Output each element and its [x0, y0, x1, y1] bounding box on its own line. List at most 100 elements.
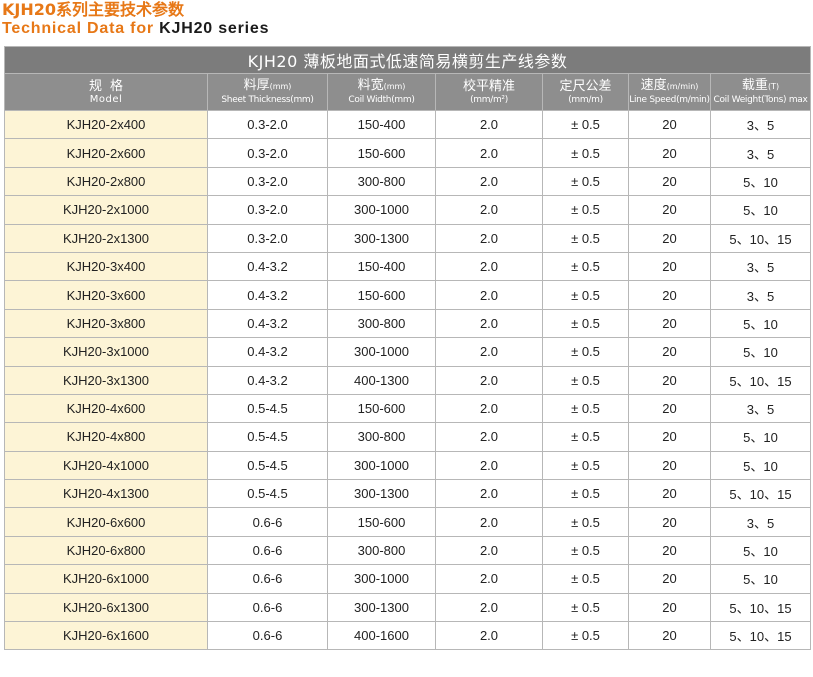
- cell-width: 300-800: [327, 166, 436, 197]
- table-row: KJH20-3x800 0.4-3.2 300-800 2.0 ± 0.5 20 5、10: [4, 308, 812, 339]
- cell-weight: 3、5: [709, 251, 812, 282]
- column-header-main: 速度: [640, 78, 667, 93]
- cell-thickness: 0.4-3.2: [207, 280, 328, 310]
- cell-speed: 20: [628, 422, 711, 452]
- table-row: KJH20-4x1300 0.5-4.5 300-1300 2.0 ± 0.5 20 5、1…: [4, 479, 812, 509]
- cell-model: KJH20-3x400: [4, 251, 208, 282]
- cell-leveling: 2.0: [435, 422, 543, 452]
- cell-speed: 20: [628, 308, 711, 339]
- cell-thickness: 0.6-6: [207, 507, 328, 537]
- column-header-unit: (mm): [383, 82, 406, 91]
- column-header-model: 规格 Model: [4, 73, 208, 111]
- column-header-unit: (T): [767, 82, 780, 91]
- cell-thickness: 0.6-6: [207, 621, 328, 651]
- cell-speed: 20: [628, 621, 711, 651]
- cell-weight: 5、10、15: [709, 223, 812, 253]
- cell-weight: 5、10、15: [709, 479, 812, 509]
- cell-model: KJH20-4x1000: [4, 450, 208, 481]
- cell-model: KJH20-4x600: [4, 393, 208, 424]
- technical-data-table: KJH20 薄板地面式低速简易横剪生产线参数 规格 Model 料厚(mm) S…: [3, 46, 812, 651]
- cell-speed: 20: [628, 166, 711, 197]
- cell-leveling: 2.0: [435, 109, 543, 140]
- cell-tolerance: ± 0.5: [542, 592, 629, 623]
- column-header-sub: (mm/m²): [470, 94, 508, 105]
- cell-leveling: 2.0: [435, 621, 543, 651]
- table-row: KJH20-2x1300 0.3-2.0 300-1300 2.0 ± 0.5 20 5、1…: [4, 223, 812, 253]
- cell-model: KJH20-3x1300: [4, 365, 208, 395]
- heading-english: Technical Data for KJH20 series: [2, 19, 269, 39]
- cell-tolerance: ± 0.5: [542, 422, 629, 452]
- column-header-unit: (mm): [269, 82, 292, 91]
- table-row: KJH20-4x800 0.5-4.5 300-800 2.0 ± 0.5 20 5、10: [4, 422, 812, 452]
- cell-tolerance: ± 0.5: [542, 393, 629, 424]
- heading-chinese: KJH20系列主要技术参数: [2, 0, 185, 19]
- cell-tolerance: ± 0.5: [542, 280, 629, 310]
- cell-model: KJH20-6x600: [4, 507, 208, 537]
- table-row: KJH20-6x800 0.6-6 300-800 2.0 ± 0.5 20 5、10: [4, 535, 812, 566]
- cell-weight: 3、5: [709, 507, 812, 537]
- column-header-sub: Model: [89, 93, 123, 105]
- cell-leveling: 2.0: [435, 479, 543, 509]
- cell-leveling: 2.0: [435, 450, 543, 481]
- cell-weight: 5、10: [709, 535, 812, 566]
- cell-thickness: 0.4-3.2: [207, 251, 328, 282]
- cell-weight: 5、10: [709, 308, 812, 339]
- cell-speed: 20: [628, 507, 711, 537]
- table-row: KJH20-6x1600 0.6-6 400-1600 2.0 ± 0.5 20 5、10、…: [4, 621, 812, 651]
- cell-thickness: 0.6-6: [207, 535, 328, 566]
- cell-thickness: 0.3-2.0: [207, 223, 328, 253]
- cell-speed: 20: [628, 109, 711, 140]
- spec-page: KJH20系列主要技术参数 Technical Data for KJH20 s…: [0, 0, 813, 677]
- column-header-sub: (mm/m): [568, 94, 603, 105]
- cell-thickness: 0.3-2.0: [207, 109, 328, 140]
- cell-speed: 20: [628, 535, 711, 566]
- cell-speed: 20: [628, 251, 711, 282]
- cell-width: 300-1300: [327, 592, 436, 623]
- cell-width: 300-1300: [327, 479, 436, 509]
- cell-model: KJH20-2x800: [4, 166, 208, 197]
- table-row: KJH20-2x400 0.3-2.0 150-400 2.0 ± 0.5 20 3、5: [4, 109, 812, 140]
- cell-tolerance: ± 0.5: [542, 365, 629, 395]
- cell-model: KJH20-2x600: [4, 138, 208, 168]
- cell-width: 400-1600: [327, 621, 436, 651]
- cell-width: 300-800: [327, 308, 436, 339]
- cell-speed: 20: [628, 138, 711, 168]
- cell-thickness: 0.5-4.5: [207, 479, 328, 509]
- column-header-main: 料厚: [243, 78, 270, 93]
- cell-leveling: 2.0: [435, 251, 543, 282]
- cell-tolerance: ± 0.5: [542, 138, 629, 168]
- cell-width: 300-1000: [327, 195, 436, 225]
- cell-width: 300-1000: [327, 337, 436, 367]
- cell-leveling: 2.0: [435, 308, 543, 339]
- cell-width: 300-800: [327, 535, 436, 566]
- cell-tolerance: ± 0.5: [542, 621, 629, 651]
- cell-speed: 20: [628, 365, 711, 395]
- table-body: KJH20-2x400 0.3-2.0 150-400 2.0 ± 0.5 20 3、5 K…: [4, 109, 812, 651]
- table-row: KJH20-3x400 0.4-3.2 150-400 2.0 ± 0.5 20 3、5: [4, 251, 812, 282]
- column-header-weight: 载重(T) Coil Weight(Tons) max: [709, 73, 812, 111]
- column-header-main: 载重: [741, 78, 768, 93]
- cell-width: 300-800: [327, 422, 436, 452]
- cell-thickness: 0.5-4.5: [207, 393, 328, 424]
- cell-leveling: 2.0: [435, 166, 543, 197]
- cell-width: 150-600: [327, 393, 436, 424]
- cell-tolerance: ± 0.5: [542, 308, 629, 339]
- column-header-sub: Line Speed(m/min): [629, 95, 710, 105]
- cell-width: 400-1300: [327, 365, 436, 395]
- heading-series-name: KJH20 series: [159, 20, 270, 37]
- cell-tolerance: ± 0.5: [542, 507, 629, 537]
- cell-speed: 20: [628, 393, 711, 424]
- cell-width: 150-600: [327, 507, 436, 537]
- cell-speed: 20: [628, 592, 711, 623]
- cell-tolerance: ± 0.5: [542, 166, 629, 197]
- cell-weight: 5、10、15: [709, 592, 812, 623]
- table-row: KJH20-4x600 0.5-4.5 150-600 2.0 ± 0.5 20 3、5: [4, 393, 812, 424]
- cell-leveling: 2.0: [435, 535, 543, 566]
- column-header-sub: Sheet Thickness(mm): [221, 95, 314, 105]
- cell-model: KJH20-6x1300: [4, 592, 208, 623]
- cell-leveling: 2.0: [435, 138, 543, 168]
- cell-weight: 5、10、15: [709, 621, 812, 651]
- cell-tolerance: ± 0.5: [542, 337, 629, 367]
- cell-thickness: 0.3-2.0: [207, 138, 328, 168]
- column-header-unit: (m/min): [666, 82, 699, 91]
